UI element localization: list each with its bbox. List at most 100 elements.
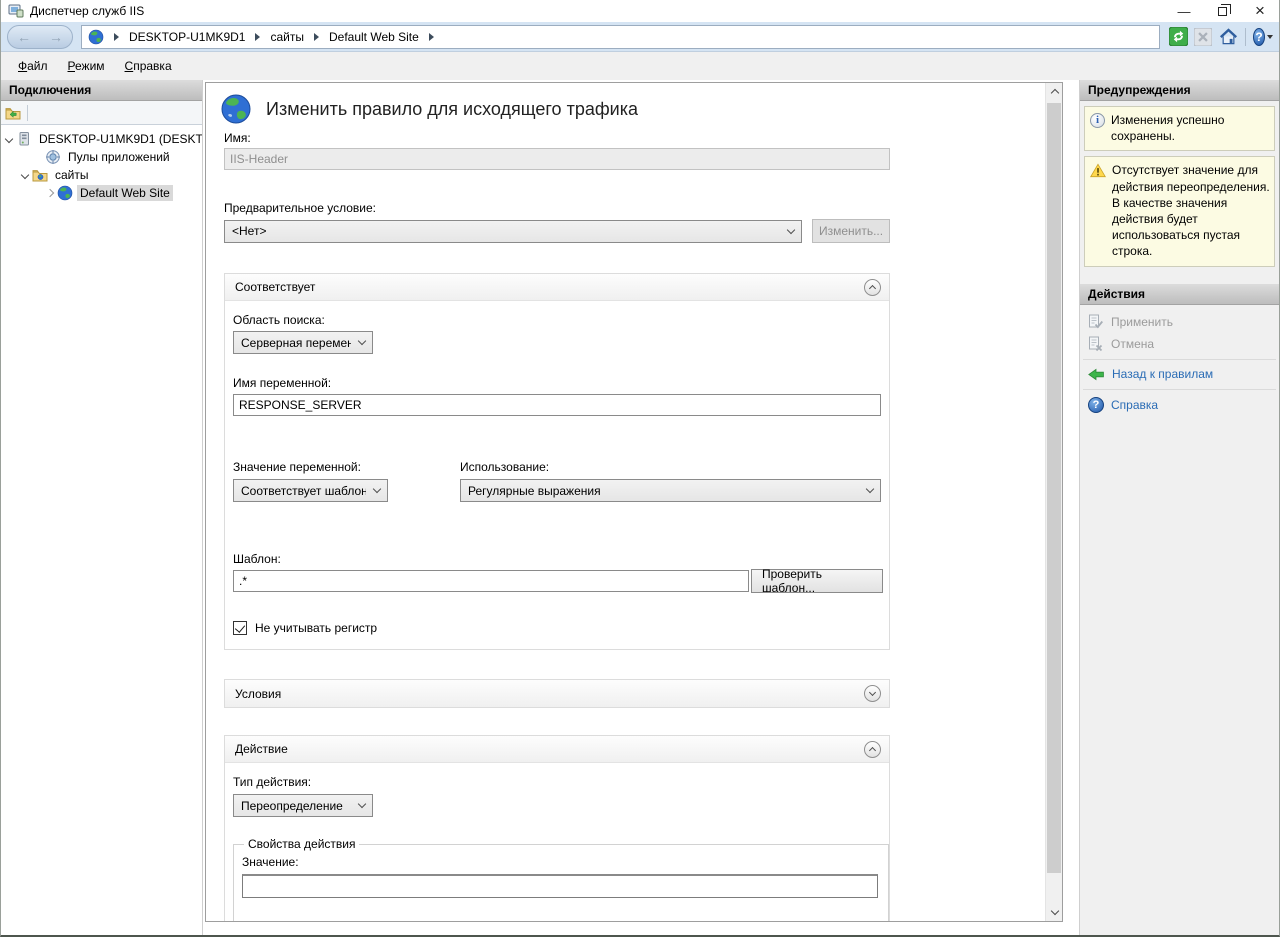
variable-value: Соответствует шаблону bbox=[241, 484, 366, 498]
scope-value: Серверная переменн bbox=[241, 336, 351, 350]
connections-tree: DESKTOP-U1MK9D1 (DESKTOP Пулы приложений bbox=[1, 125, 202, 935]
breadcrumb-server[interactable]: DESKTOP-U1MK9D1 bbox=[129, 30, 245, 44]
page-title: Изменить правило для исходящего трафика bbox=[266, 99, 638, 120]
tree-item-label: DESKTOP-U1MK9D1 (DESKTOP bbox=[36, 131, 202, 147]
scope-select[interactable]: Серверная переменн bbox=[233, 331, 373, 354]
save-connection-icon[interactable] bbox=[5, 105, 21, 121]
action-section-header[interactable]: Действие bbox=[225, 736, 889, 763]
using-select[interactable]: Регулярные выражения bbox=[460, 479, 881, 502]
collapse-button[interactable] bbox=[864, 741, 881, 758]
edit-precondition-button: Изменить... bbox=[812, 219, 890, 243]
breadcrumb[interactable]: DESKTOP-U1MK9D1 сайты Default Web Site bbox=[81, 25, 1160, 49]
actions-header: Действия bbox=[1080, 284, 1279, 305]
help-icon: ? bbox=[1253, 28, 1265, 46]
chevron-down-icon bbox=[1267, 35, 1273, 39]
chevron-down-icon bbox=[358, 800, 366, 808]
scroll-up-icon[interactable] bbox=[1046, 83, 1063, 100]
scope-label: Область поиска: bbox=[233, 313, 881, 327]
server-icon bbox=[16, 131, 32, 147]
tree-item-sites[interactable]: сайты bbox=[1, 166, 202, 184]
collapse-button[interactable] bbox=[864, 279, 881, 296]
chevron-down-icon bbox=[373, 485, 381, 493]
cancel-label: Отмена bbox=[1111, 337, 1154, 351]
back-icon[interactable]: ← bbox=[17, 30, 31, 44]
forward-icon[interactable]: → bbox=[49, 30, 63, 44]
apply-icon bbox=[1088, 314, 1104, 330]
home-button[interactable] bbox=[1218, 27, 1238, 47]
vertical-scrollbar[interactable] bbox=[1045, 83, 1062, 921]
chevron-down-icon[interactable] bbox=[21, 171, 29, 179]
ignore-case-row[interactable]: Не учитывать регистр bbox=[233, 621, 881, 635]
breadcrumb-sites[interactable]: сайты bbox=[270, 30, 304, 44]
pattern-input[interactable] bbox=[233, 570, 749, 592]
breadcrumb-separator-icon bbox=[255, 33, 260, 41]
action-properties-title: Свойства действия bbox=[244, 837, 359, 851]
app-icon bbox=[8, 4, 24, 18]
restore-icon bbox=[1218, 7, 1227, 16]
feature-globe-icon bbox=[220, 93, 252, 125]
help-button[interactable]: ? bbox=[1253, 27, 1273, 47]
match-section-title: Соответствует bbox=[235, 280, 315, 294]
chevron-down-icon bbox=[787, 225, 795, 233]
info-icon: i bbox=[1090, 113, 1105, 128]
tree-item-app-pools[interactable]: Пулы приложений bbox=[1, 148, 202, 166]
name-input bbox=[224, 148, 890, 170]
precondition-select[interactable]: <Нет> bbox=[224, 220, 802, 243]
value-label: Значение: bbox=[242, 855, 878, 869]
value-input[interactable] bbox=[242, 874, 878, 898]
alerts-list: i Изменения успешно сохранены. Отсутству… bbox=[1080, 101, 1279, 272]
breadcrumb-current-site[interactable]: Default Web Site bbox=[329, 30, 419, 44]
action-type-select[interactable]: Переопределение bbox=[233, 794, 373, 817]
tree-item-server[interactable]: DESKTOP-U1MK9D1 (DESKTOP bbox=[1, 130, 202, 148]
variable-name-input[interactable] bbox=[233, 394, 881, 416]
scrollbar-thumb[interactable] bbox=[1047, 103, 1061, 873]
action-section: Действие Тип действия: Переопределение bbox=[224, 735, 890, 921]
refresh-icon bbox=[1169, 27, 1188, 46]
test-pattern-button[interactable]: Проверить шаблон... bbox=[751, 569, 883, 593]
ignore-case-label: Не учитывать регистр bbox=[255, 621, 377, 635]
tree-item-default-web-site[interactable]: Default Web Site bbox=[1, 184, 202, 202]
rule-editor: Изменить правило для исходящего трафика … bbox=[205, 82, 1063, 922]
back-to-rules-label: Назад к правилам bbox=[1112, 367, 1213, 381]
address-bar: ← → DESKTOP-U1MK9D1 сайты Default Web Si… bbox=[1, 22, 1279, 52]
conditions-section: Условия bbox=[224, 679, 890, 708]
stop-button bbox=[1193, 27, 1213, 47]
site-globe-icon bbox=[57, 185, 73, 201]
match-section-header[interactable]: Соответствует bbox=[225, 274, 889, 301]
restore-button[interactable] bbox=[1203, 0, 1241, 22]
breadcrumb-separator-icon bbox=[314, 33, 319, 41]
minimize-button[interactable]: — bbox=[1165, 0, 1203, 22]
close-button[interactable]: × bbox=[1241, 0, 1279, 22]
variable-value-select[interactable]: Соответствует шаблону bbox=[233, 479, 388, 502]
apply-action: Применить bbox=[1080, 311, 1279, 333]
address-toolbar: ? bbox=[1168, 27, 1273, 47]
menu-bar: Файл Режим Справка bbox=[1, 52, 1279, 80]
help-action[interactable]: ? Справка bbox=[1080, 394, 1279, 416]
menu-view[interactable]: Режим bbox=[59, 55, 114, 77]
connections-header: Подключения bbox=[1, 80, 202, 101]
chevron-down-icon[interactable] bbox=[5, 135, 13, 143]
title-bar: Диспетчер служб IIS — × bbox=[1, 0, 1279, 22]
using-label: Использование: bbox=[460, 460, 881, 474]
help-icon: ? bbox=[1088, 397, 1104, 413]
breadcrumb-separator-icon bbox=[429, 33, 434, 41]
expand-button[interactable] bbox=[864, 685, 881, 702]
cancel-action: Отмена bbox=[1080, 333, 1279, 355]
ignore-case-checkbox[interactable] bbox=[233, 621, 247, 635]
main-panel: Изменить правило для исходящего трафика … bbox=[203, 80, 1079, 935]
iis-manager-window: Диспетчер служб IIS — × ← → DESKTOP-U1MK… bbox=[0, 0, 1280, 937]
precondition-label: Предварительное условие: bbox=[224, 201, 890, 215]
chevron-right-icon[interactable] bbox=[46, 189, 54, 197]
conditions-section-header[interactable]: Условия bbox=[225, 680, 889, 707]
chevron-down-icon bbox=[869, 689, 876, 696]
back-to-rules-action[interactable]: Назад к правилам bbox=[1080, 364, 1279, 385]
menu-file[interactable]: Файл bbox=[9, 55, 57, 77]
stop-icon bbox=[1194, 28, 1212, 46]
help-label: Справка bbox=[1111, 398, 1158, 412]
action-properties-group: Свойства действия Значение: Заменить дей… bbox=[233, 837, 889, 921]
chevron-up-icon bbox=[869, 285, 876, 292]
scroll-down-icon[interactable] bbox=[1046, 904, 1063, 921]
menu-help[interactable]: Справка bbox=[116, 55, 181, 77]
refresh-button[interactable] bbox=[1168, 27, 1188, 47]
name-label: Имя: bbox=[224, 131, 890, 145]
